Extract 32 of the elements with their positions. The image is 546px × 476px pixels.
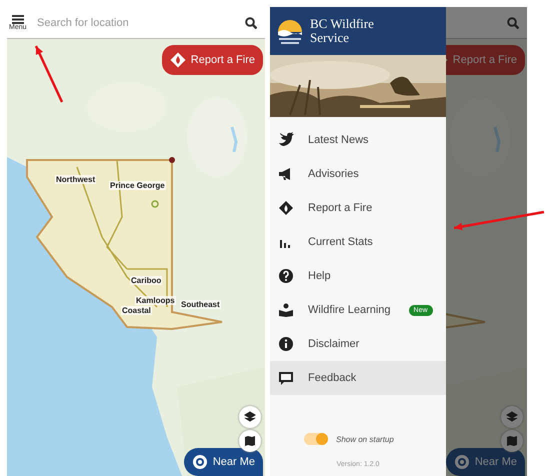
region-label: Kamloops xyxy=(135,296,176,305)
report-fire-button[interactable]: Report a Fire xyxy=(162,45,263,75)
search-icon xyxy=(245,16,257,28)
menu-icon xyxy=(12,14,24,24)
menu-item[interactable]: Disclaimer xyxy=(270,327,446,361)
fire-icon xyxy=(170,52,186,68)
location-icon xyxy=(192,454,208,470)
fire-icon xyxy=(278,200,294,216)
region-label: Prince George xyxy=(109,181,166,190)
region-label: Coastal xyxy=(121,306,152,315)
menu-item[interactable]: Report a Fire xyxy=(270,191,446,225)
near-me-button[interactable]: Near Me xyxy=(184,448,263,476)
info-icon xyxy=(278,336,294,352)
menu-item[interactable]: Help xyxy=(270,259,446,293)
toggle-switch[interactable] xyxy=(304,433,328,445)
help-icon xyxy=(278,268,294,284)
reader-icon xyxy=(278,302,294,318)
layers-icon xyxy=(244,411,256,423)
menu-item[interactable]: Feedback xyxy=(270,361,446,395)
bird-icon xyxy=(278,132,294,148)
annotation-arrow xyxy=(34,45,64,103)
menu-item[interactable]: Advisories xyxy=(270,157,446,191)
toggle-label: Show on startup xyxy=(336,434,394,444)
region-label: Northwest xyxy=(55,175,96,184)
app-title: BC Wildfire xyxy=(310,17,374,31)
map-icon xyxy=(244,435,256,447)
region-label: Southeast xyxy=(180,300,221,309)
menu-item[interactable]: Latest News xyxy=(270,123,446,157)
region-label: Cariboo xyxy=(130,276,162,285)
menu-item[interactable]: Current Stats xyxy=(270,225,446,259)
feedback-icon xyxy=(278,370,294,386)
app-title: Service xyxy=(310,31,350,45)
